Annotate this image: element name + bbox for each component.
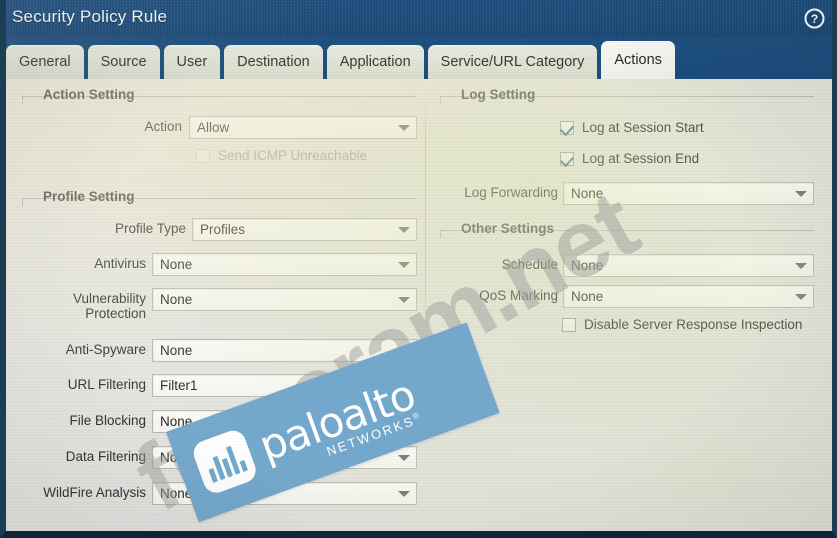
chevron-down-icon[interactable] xyxy=(391,375,416,396)
right-column: Log Setting Log at Session Start Log at … xyxy=(432,77,832,531)
group-rule-left xyxy=(22,96,23,104)
group-rule-left xyxy=(440,230,441,238)
log-setting-title: Log Setting xyxy=(461,87,536,102)
chevron-down-icon[interactable] xyxy=(391,483,416,504)
log-forwarding-label: Log Forwarding xyxy=(464,185,558,200)
vulnerability-protection-select[interactable]: None xyxy=(152,288,417,311)
send-icmp-unreachable-checkbox[interactable] xyxy=(196,148,210,163)
qos-marking-label: QoS Marking xyxy=(479,288,558,303)
actions-tab-panel: Action Setting Action Allow Send ICMP Un… xyxy=(6,77,832,531)
tab-source[interactable]: Source xyxy=(87,45,160,79)
anti-spyware-label-wrap: Anti-Spyware xyxy=(36,342,146,357)
svg-text:?: ? xyxy=(811,12,818,26)
schedule-value: None xyxy=(571,258,604,273)
anti-spyware-label: Anti-Spyware xyxy=(65,342,146,357)
chevron-down-icon[interactable] xyxy=(391,289,416,310)
log-at-session-end-label: Log at Session End xyxy=(582,151,700,166)
send-icmp-unreachable-label: Send ICMP Unreachable xyxy=(218,148,368,163)
tab-destination[interactable]: Destination xyxy=(224,45,323,79)
wildfire-analysis-value: None xyxy=(160,486,193,501)
security-policy-rule-dialog: Security Policy Rule ? General Source Us… xyxy=(0,0,837,538)
group-rule-left xyxy=(440,96,441,104)
action-select[interactable]: Allow xyxy=(189,116,417,139)
profile-type-label: Profile Type xyxy=(114,221,186,236)
data-filtering-label-wrap: Data Filtering xyxy=(36,449,146,464)
tab-service-url-category[interactable]: Service/URL Category xyxy=(427,45,598,79)
file-blocking-select[interactable]: None xyxy=(152,410,417,433)
help-circle-icon[interactable]: ? xyxy=(804,8,825,29)
anti-spyware-select[interactable]: None xyxy=(152,339,417,362)
chevron-down-icon[interactable] xyxy=(391,447,416,468)
schedule-label: Schedule xyxy=(501,257,558,272)
dialog-titlebar: Security Policy Rule ? xyxy=(0,0,837,37)
antivirus-value: None xyxy=(160,257,193,272)
dialog-title: Security Policy Rule xyxy=(12,7,168,26)
other-settings-title: Other Settings xyxy=(461,221,555,236)
profile-type-select[interactable]: Profiles xyxy=(192,218,417,241)
log-at-session-end-row[interactable]: Log at Session End xyxy=(560,151,699,166)
chevron-down-icon[interactable] xyxy=(788,255,813,276)
wildfire-analysis-label: WildFire Analysis xyxy=(43,485,146,500)
action-label-wrap: Action xyxy=(126,119,182,134)
file-blocking-label: File Blocking xyxy=(69,413,146,428)
log-at-session-start-checkbox[interactable] xyxy=(560,120,574,135)
log-forwarding-select[interactable]: None xyxy=(563,182,814,205)
data-filtering-select[interactable]: None xyxy=(152,446,417,469)
antivirus-label-wrap: Antivirus xyxy=(36,256,146,271)
anti-spyware-value: None xyxy=(160,343,193,358)
wildfire-analysis-select[interactable]: None xyxy=(152,482,417,505)
vulnerability-protection-label-wrap: Vulnerability Protection xyxy=(36,291,146,321)
disable-server-response-inspection-checkbox[interactable] xyxy=(562,317,576,332)
schedule-label-wrap: Schedule xyxy=(452,257,558,272)
vulnerability-protection-value: None xyxy=(160,292,193,307)
action-value: Allow xyxy=(197,120,230,135)
wildfire-analysis-label-wrap: WildFire Analysis xyxy=(30,485,146,500)
qos-marking-label-wrap: QoS Marking xyxy=(452,288,558,303)
url-filtering-select[interactable]: Filter1 xyxy=(152,374,417,397)
chevron-down-icon[interactable] xyxy=(391,254,416,275)
data-filtering-label: Data Filtering xyxy=(65,449,146,464)
log-at-session-end-checkbox[interactable] xyxy=(560,151,574,166)
file-blocking-label-wrap: File Blocking xyxy=(36,413,146,428)
group-rule-left xyxy=(22,198,23,206)
chevron-down-icon[interactable] xyxy=(788,183,813,204)
tab-actions[interactable]: Actions xyxy=(601,41,675,79)
schedule-select[interactable]: None xyxy=(563,254,814,277)
chevron-down-icon[interactable] xyxy=(788,286,813,307)
chevron-down-icon[interactable] xyxy=(391,340,416,361)
antivirus-select[interactable]: None xyxy=(152,253,417,276)
disable-server-response-inspection-label: Disable Server Response Inspection xyxy=(584,317,803,332)
chevron-down-icon[interactable] xyxy=(391,117,416,138)
qos-marking-value: None xyxy=(571,289,604,304)
chevron-down-icon[interactable] xyxy=(391,411,416,432)
vulnerability-protection-label: Vulnerability Protection xyxy=(72,291,146,321)
data-filtering-value: None xyxy=(160,450,193,465)
tab-list: General Source User Destination Applicat… xyxy=(6,41,675,79)
chevron-down-icon[interactable] xyxy=(391,219,416,240)
url-filtering-value: Filter1 xyxy=(160,378,198,393)
tab-application[interactable]: Application xyxy=(326,45,424,79)
qos-marking-select[interactable]: None xyxy=(563,285,814,308)
disable-server-response-inspection-row[interactable]: Disable Server Response Inspection xyxy=(562,317,802,332)
action-label: Action xyxy=(144,119,182,134)
log-forwarding-value: None xyxy=(571,186,604,201)
left-column: Action Setting Action Allow Send ICMP Un… xyxy=(6,77,432,531)
profile-type-value: Profiles xyxy=(200,222,246,237)
tab-strip: General Source User Destination Applicat… xyxy=(0,37,837,79)
log-forwarding-label-wrap: Log Forwarding xyxy=(452,185,558,200)
profile-setting-title: Profile Setting xyxy=(43,189,135,204)
log-at-session-start-label: Log at Session Start xyxy=(582,120,704,135)
tab-user[interactable]: User xyxy=(163,45,221,79)
tab-general[interactable]: General xyxy=(6,45,84,79)
url-filtering-label-wrap: URL Filtering xyxy=(36,377,146,392)
file-blocking-value: None xyxy=(160,414,193,429)
log-at-session-start-row[interactable]: Log at Session Start xyxy=(560,120,704,135)
action-setting-title: Action Setting xyxy=(43,87,135,102)
url-filtering-label: URL Filtering xyxy=(67,377,146,392)
profile-type-label-wrap: Profile Type xyxy=(66,221,186,236)
antivirus-label: Antivirus xyxy=(94,256,146,271)
send-icmp-unreachable-row[interactable]: Send ICMP Unreachable xyxy=(196,148,367,163)
